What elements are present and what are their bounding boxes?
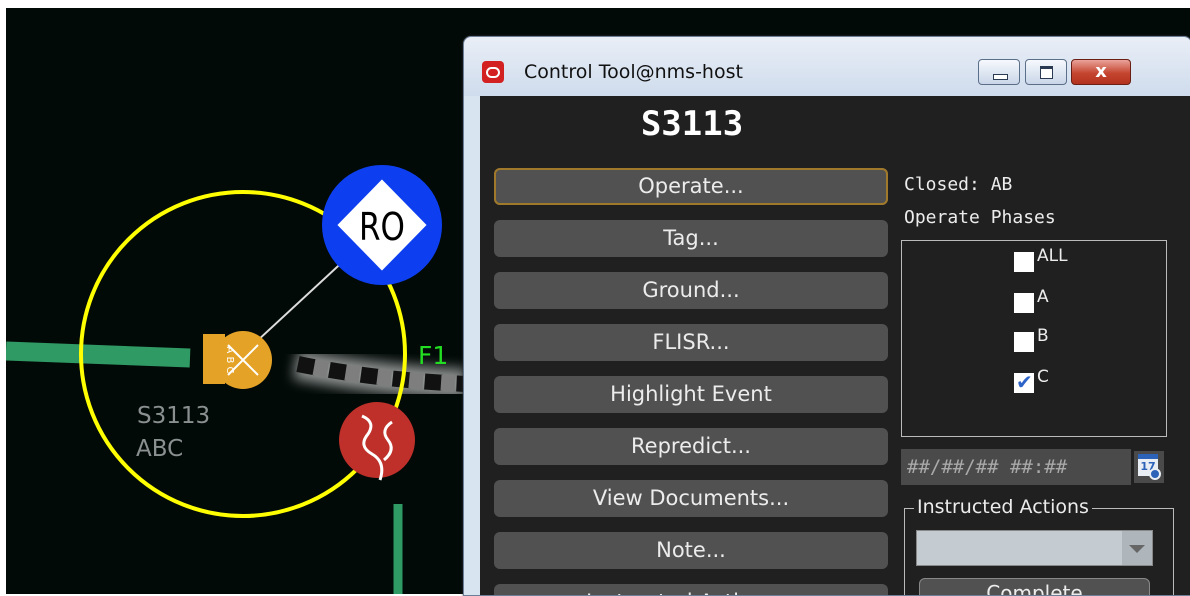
ground-button[interactable]: Ground... (494, 272, 888, 309)
phase-a-label: A (1037, 287, 1049, 307)
closed-status: Closed: AB (904, 174, 1013, 195)
phase-all-label: ALL (1037, 246, 1068, 266)
maximize-button[interactable] (1025, 59, 1067, 85)
minimize-button[interactable] (978, 59, 1020, 85)
phases-group (901, 240, 1167, 437)
switch-device[interactable]: A B C (203, 331, 272, 389)
flisr-button[interactable]: FLISR... (494, 324, 888, 361)
chevron-down-icon[interactable] (1122, 531, 1152, 565)
phase-a-checkbox[interactable] (1014, 293, 1034, 313)
view-documents-button[interactable]: View Documents... (494, 480, 888, 517)
window-title: Control Tool@nms-host (524, 61, 743, 83)
phase-all-checkbox[interactable] (1014, 252, 1034, 272)
phase-c-checkbox[interactable]: ✔ (1014, 370, 1034, 394)
calendar-clock-icon[interactable]: 17 (1134, 451, 1164, 483)
clock-icon (1149, 468, 1161, 480)
note-button[interactable]: Note... (494, 532, 888, 569)
feeder-label: F1 (418, 341, 448, 370)
control-panel: S3113 Operate... Tag... Ground... FLISR.… (480, 96, 1190, 595)
instructed-actions-button[interactable]: Instructed Actions... (494, 584, 888, 595)
warning-symbol[interactable] (339, 402, 415, 481)
complete-button[interactable]: Complete (919, 578, 1150, 595)
instructed-actions-dropdown[interactable] (916, 530, 1153, 566)
datetime-input[interactable]: ##/##/## ##:## (901, 449, 1131, 485)
feeder-line-left[interactable] (6, 341, 191, 368)
phase-b-label: B (1037, 326, 1049, 346)
operate-phases-label: Operate Phases (904, 207, 1056, 228)
ro-badge-label: RO (359, 205, 405, 249)
ro-badge[interactable]: RO (322, 165, 442, 285)
operate-button[interactable]: Operate... (494, 168, 888, 205)
phase-b-checkbox[interactable] (1014, 332, 1034, 352)
device-phase-tag: A B C (224, 346, 235, 373)
tag-button[interactable]: Tag... (494, 220, 888, 257)
title-bar[interactable]: Control Tool@nms-host x (464, 37, 1190, 96)
control-tool-window: Control Tool@nms-host x S3113 Operate...… (463, 36, 1190, 596)
repredict-button[interactable]: Repredict... (494, 428, 888, 465)
instructed-actions-label: Instructed Actions (914, 496, 1092, 518)
close-icon: x (1095, 61, 1107, 82)
device-phases-label: ABC (136, 436, 184, 462)
phase-c-label: C (1037, 367, 1049, 387)
oracle-app-icon (482, 61, 504, 83)
close-button[interactable]: x (1071, 59, 1131, 85)
device-name-label: S3113 (137, 403, 211, 429)
highlight-event-button[interactable]: Highlight Event (494, 376, 888, 413)
device-title: S3113 (640, 104, 744, 144)
checkmark-icon: ✔ (1016, 370, 1033, 394)
